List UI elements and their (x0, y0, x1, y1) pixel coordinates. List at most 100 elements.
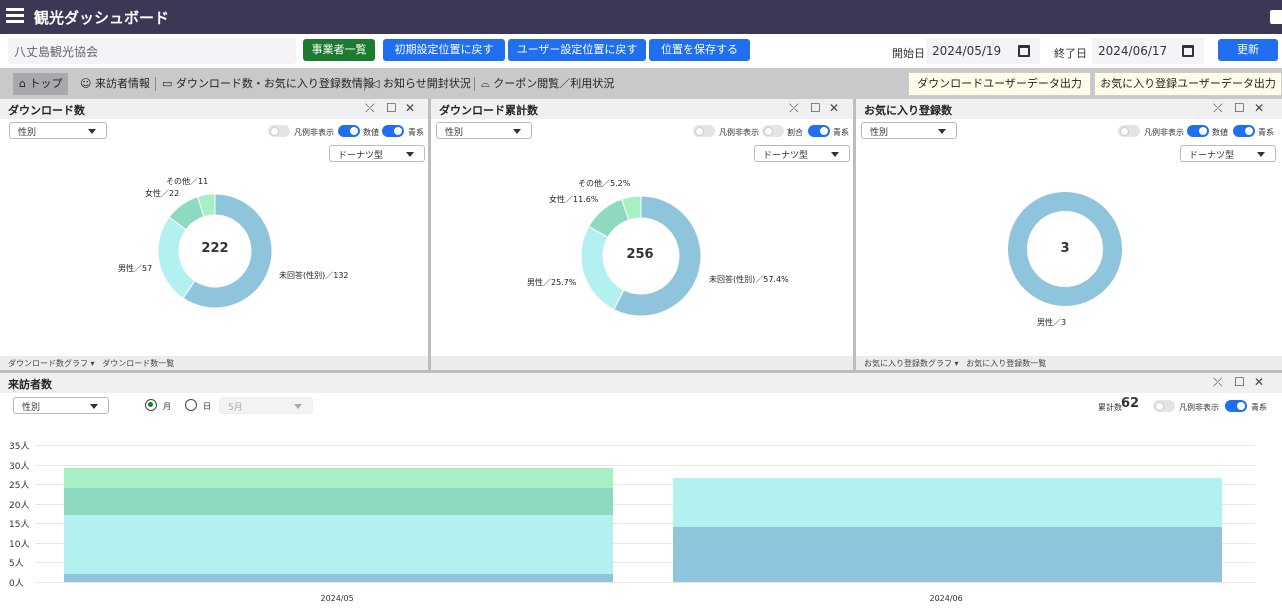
day-radio[interactable] (185, 399, 197, 411)
y-tick-label: 30人 (9, 461, 30, 472)
pin-icon[interactable]: ⤫ (1213, 375, 1223, 390)
nav-bar: ⌂ トップ ☺ 来訪者情報 ▭ ダウンロード数・お気に入り登録数情報 ◁ お知ら… (0, 68, 1282, 99)
bar-segment[interactable] (64, 574, 613, 582)
start-date-label: 開始日 (892, 47, 925, 60)
save-position-button[interactable]: 位置を保存する (649, 39, 750, 61)
chevron-down-icon[interactable]: ▾ (91, 359, 95, 368)
bar-segment[interactable] (673, 478, 1222, 528)
y-tick-label: 15人 (9, 520, 30, 531)
tab-top-label: トップ (29, 77, 63, 90)
chevron-down-icon (90, 404, 98, 409)
footer-graph-tab[interactable]: お気に入り登録数グラフ (864, 359, 952, 368)
coupon-icon: ⌓ (481, 77, 490, 90)
person-icon: ☺ (80, 77, 92, 90)
y-tick-label: 20人 (9, 500, 30, 511)
radio-label: 日 (203, 402, 211, 411)
start-date-field[interactable]: 2024/05/19 (926, 38, 1040, 64)
month-select[interactable]: 5月 (219, 397, 313, 414)
slice-label: その他／11 (166, 177, 209, 186)
close-icon[interactable]: ✕ (1254, 375, 1264, 389)
gridline (35, 445, 1255, 446)
downloads-panel: ダウンロード数 ⤫ ☐ ✕ 性別 凡例非表示 数値 青系 ドーナツ型 222 未… (0, 99, 428, 370)
y-tick-label: 35人 (9, 442, 30, 452)
bar-segment[interactable] (64, 488, 613, 516)
donut-center-total: 3 (1060, 241, 1070, 256)
donut-slice[interactable] (157, 216, 196, 299)
export-download-users-button[interactable]: ダウンロードユーザーデータ出力 (908, 72, 1091, 96)
hide-legend-toggle[interactable] (1153, 400, 1175, 412)
visitors-panel: 来訪者数 ⤫ ☐ ✕ 性別 月 日 5月 累計数 62 凡例非表示 青系 0人 5… (0, 373, 1282, 611)
download-icon: ▭ (162, 77, 173, 90)
reset-default-position-button[interactable]: 初期設定位置に戻す (383, 39, 505, 61)
gridline (35, 582, 1255, 583)
visitors-bar-chart: 0人 5人 10人 15人 20人 25人 30人 35人 2024/05 2024/06 (0, 433, 1282, 611)
footer-graph-tab[interactable]: ダウンロード数グラフ (8, 359, 88, 368)
tab-coupons-label: クーポン閲覧／利用状況 (493, 77, 615, 90)
calendar-icon[interactable] (1182, 45, 1194, 57)
calendar-icon[interactable] (1018, 45, 1030, 57)
slice-label: その他／5.2% (578, 179, 631, 188)
panel-footer: お気に入り登録数グラフ ▾ お気に入り登録数一覧 (856, 356, 1282, 370)
divider (364, 77, 365, 91)
organization-field[interactable]: 八丈島観光協会 (8, 38, 296, 64)
bar-segment[interactable] (64, 468, 613, 489)
reset-user-position-button[interactable]: ユーザー設定位置に戻す (508, 39, 646, 61)
divider (155, 77, 156, 91)
blue-theme-toggle[interactable] (1225, 400, 1247, 412)
month-radio[interactable] (145, 399, 157, 411)
footer-list-tab[interactable]: お気に入り登録数一覧 (966, 359, 1046, 368)
business-list-button[interactable]: 事業者一覧 (303, 39, 375, 61)
filter-select[interactable]: 性別 (13, 397, 109, 414)
panel-header: 来訪者数 ⤫ ☐ ✕ (0, 373, 1282, 393)
toggle-label: 凡例非表示 (1179, 403, 1219, 412)
end-date-value: 2024/06/17 (1098, 44, 1168, 58)
tab-notifications[interactable]: ◁ お知らせ開封状況 (371, 73, 471, 95)
toolbar: 八丈島観光協会 事業者一覧 初期設定位置に戻す ユーザー設定位置に戻す 位置を保… (0, 34, 1282, 68)
x-tick-label: 2024/05 (320, 594, 354, 603)
panel-footer: ダウンロード数グラフ ▾ ダウンロード数一覧 (0, 356, 428, 370)
slice-label: 女性／22 (145, 189, 180, 198)
y-tick-label: 25人 (9, 481, 30, 492)
panel-footer (431, 356, 853, 370)
month-select-value: 5月 (228, 403, 243, 413)
user-icon[interactable] (1270, 10, 1282, 24)
home-icon: ⌂ (19, 77, 26, 90)
slice-label: 男性／57 (118, 264, 153, 273)
radio-label: 月 (163, 402, 171, 411)
y-tick-label: 5人 (9, 559, 24, 570)
tab-downloads-label: ダウンロード数・お気に入り登録数情報 (175, 77, 374, 90)
hamburger-menu-icon[interactable] (6, 8, 24, 24)
end-date-field[interactable]: 2024/06/17 (1092, 38, 1204, 64)
gridline (35, 464, 1255, 466)
update-button[interactable]: 更新 (1218, 39, 1278, 61)
total-label: 累計数 (1098, 403, 1122, 412)
export-favorite-users-button[interactable]: お気に入り登録ユーザーデータ出力 (1094, 72, 1282, 96)
maximize-icon[interactable]: ☐ (1234, 375, 1245, 389)
chevron-down-icon[interactable]: ▾ (955, 359, 959, 368)
slice-label: 未回答(性別)／57.4% (709, 275, 789, 284)
bar-segment[interactable] (64, 515, 613, 575)
x-tick-label: 2024/06 (929, 594, 963, 603)
y-tick-label: 10人 (9, 539, 30, 550)
tab-top[interactable]: ⌂ トップ (13, 73, 69, 95)
bar-segment[interactable] (673, 527, 1222, 582)
footer-list-tab[interactable]: ダウンロード数一覧 (102, 359, 174, 368)
donut-chart-favorites (1008, 192, 1122, 306)
end-date-label: 終了日 (1054, 47, 1087, 60)
donut-center-total: 222 (201, 241, 229, 256)
donut-chart-cumulative (580, 195, 702, 317)
tab-visitors[interactable]: ☺ 来訪者情報 (80, 73, 150, 95)
tab-coupons[interactable]: ⌓ クーポン閲覧／利用状況 (481, 73, 614, 95)
tab-downloads[interactable]: ▭ ダウンロード数・お気に入り登録数情報 (162, 73, 374, 95)
app-title: 観光ダッシュボード (34, 9, 170, 27)
title-bar: 観光ダッシュボード (0, 0, 1282, 34)
total-value: 62 (1121, 396, 1140, 411)
panel-title: 来訪者数 (8, 378, 52, 391)
donut-chart-downloads (157, 193, 273, 309)
megaphone-icon: ◁ (371, 77, 380, 90)
tab-notifications-label: お知らせ開封状況 (382, 77, 471, 90)
filter-select-value: 性別 (22, 403, 41, 413)
slice-label: 未回答(性別)／132 (279, 271, 349, 280)
cumulative-downloads-panel: ダウンロード累計数 ⤫ ☐ ✕ 性別 凡例非表示 割合 青系 ドーナツ型 256… (431, 99, 853, 370)
donut-slice[interactable] (580, 225, 625, 311)
